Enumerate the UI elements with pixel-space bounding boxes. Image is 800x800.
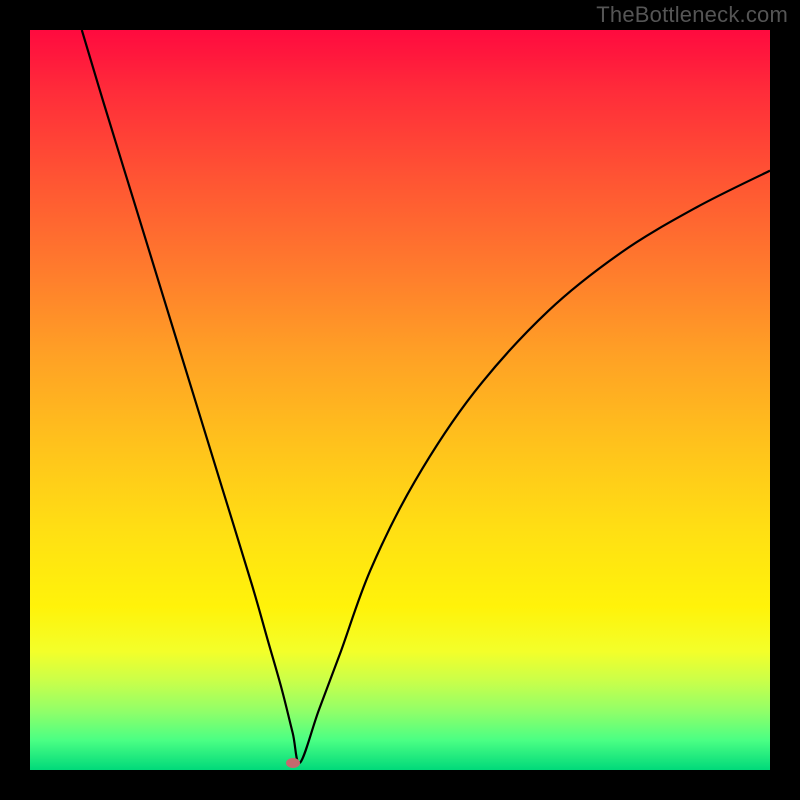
minimum-point-marker xyxy=(286,758,300,768)
chart-frame: TheBottleneck.com xyxy=(0,0,800,800)
bottleneck-curve xyxy=(30,30,770,770)
curve-path xyxy=(82,30,770,763)
watermark-text: TheBottleneck.com xyxy=(596,2,788,28)
